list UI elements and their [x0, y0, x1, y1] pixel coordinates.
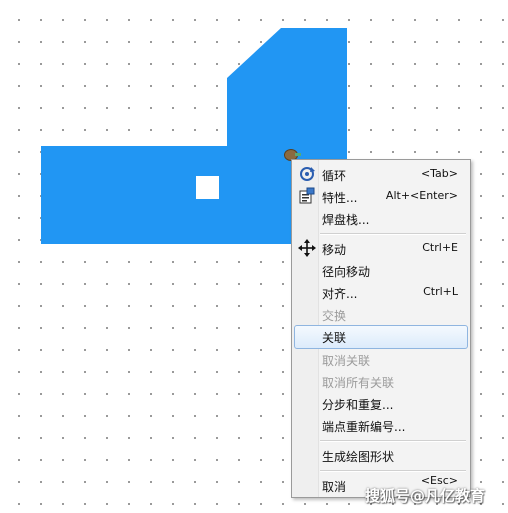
menu-item-label: 取消	[322, 480, 347, 494]
menu-item-label: 径向移动	[322, 265, 371, 279]
cycle-icon	[300, 167, 315, 181]
menu-item-label: 取消所有关联	[322, 376, 395, 390]
menu-item-swap[interactable]: 交换	[294, 303, 468, 325]
menu-item-shortcut: Ctrl+L	[423, 285, 458, 298]
menu-item-cycle[interactable]: 循环 <Tab>	[294, 163, 468, 185]
menu-item-label: 移动	[322, 243, 347, 257]
watermark: 搜狐号@凡亿教育	[365, 487, 486, 505]
menu-item-label: 分步和重复...	[322, 398, 394, 412]
menu-separator	[320, 233, 466, 235]
menu-item-renumber-terminals[interactable]: 端点重新编号...	[294, 414, 468, 436]
context-menu: 循环 <Tab> 特性... Alt+<Enter> 焊盘栈... 移动 Ctr…	[291, 159, 471, 498]
menu-item-label: 端点重新编号...	[322, 420, 406, 434]
menu-item-shortcut: Ctrl+E	[422, 241, 458, 254]
properties-icon	[299, 187, 315, 204]
menu-item-label: 取消关联	[322, 354, 371, 368]
menu-item-create-drawing-shape[interactable]: 生成绘图形状	[294, 444, 468, 466]
menu-item-shortcut: <Tab>	[420, 167, 458, 180]
menu-item-padstack[interactable]: 焊盘栈...	[294, 207, 468, 229]
menu-item-unassociate[interactable]: 取消关联	[294, 348, 468, 370]
menu-item-label: 特性...	[322, 191, 358, 205]
menu-item-unassociate-all[interactable]: 取消所有关联	[294, 370, 468, 392]
menu-item-label: 生成绘图形状	[322, 450, 395, 464]
menu-separator	[320, 440, 466, 442]
menu-item-align[interactable]: 对齐... Ctrl+L	[294, 281, 468, 303]
menu-item-move[interactable]: 移动 Ctrl+E	[294, 237, 468, 259]
menu-item-associate[interactable]: 关联	[294, 325, 468, 349]
menu-item-label: 焊盘栈...	[322, 213, 370, 227]
menu-separator	[320, 470, 466, 472]
menu-item-shortcut: Alt+<Enter>	[385, 189, 458, 202]
menu-item-label: 循环	[322, 169, 347, 183]
menu-item-label: 交换	[322, 309, 347, 323]
menu-item-label: 关联	[322, 331, 347, 345]
menu-item-radial-move[interactable]: 径向移动	[294, 259, 468, 281]
menu-item-properties[interactable]: 特性... Alt+<Enter>	[294, 185, 468, 207]
drill-hole	[196, 176, 219, 199]
menu-item-step-and-repeat[interactable]: 分步和重复...	[294, 392, 468, 414]
move-icon	[298, 239, 316, 257]
menu-item-label: 对齐...	[322, 287, 358, 301]
